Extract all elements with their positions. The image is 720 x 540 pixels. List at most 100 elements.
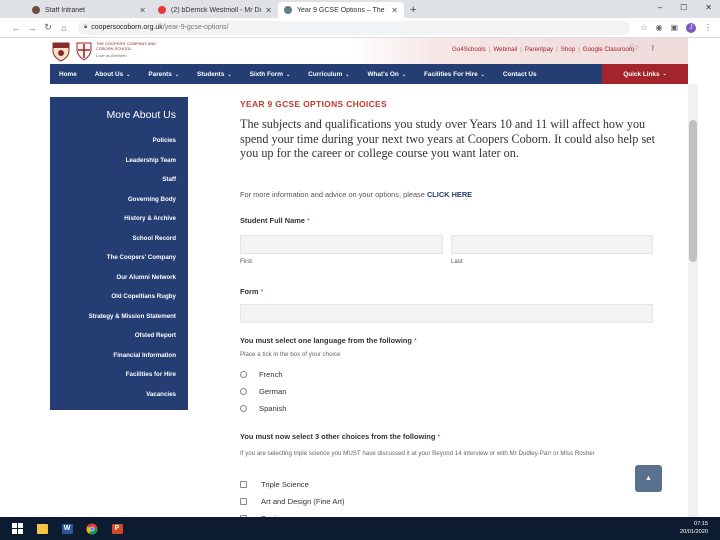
language-option-german[interactable]: German (240, 387, 286, 396)
close-tab-icon[interactable]: ✕ (265, 6, 272, 15)
student-name-label: Student Full Name * (240, 216, 310, 225)
new-tab-button[interactable]: + (410, 2, 416, 18)
language-option-spanish[interactable]: Spanish (240, 404, 286, 413)
other-choices-label: You must now select 3 other choices from… (240, 432, 440, 441)
page-title: YEAR 9 GCSE OPTIONS CHOICES (240, 99, 387, 109)
back-icon[interactable]: ← (8, 23, 24, 33)
powerpoint-icon[interactable]: P (106, 517, 128, 540)
top-link-google-classroom[interactable]: Google Classroom (583, 46, 634, 53)
divider: | (578, 46, 580, 53)
choice-triple-science[interactable]: Triple Science (240, 480, 309, 489)
sidebar-item-old-copeltians-rugby[interactable]: Old Copeltians Rugby (111, 293, 176, 300)
sidebar-heading: More About Us (106, 109, 176, 121)
checkbox[interactable] (240, 498, 247, 505)
close-window-icon[interactable]: ✕ (705, 3, 712, 12)
url-host: coopersocoborn.org.uk (91, 24, 163, 31)
language-option-french[interactable]: French (240, 370, 283, 379)
twitter-icon[interactable]: 🐦︎ (629, 44, 639, 53)
language-question-label: You must select one language from the fo… (240, 336, 417, 345)
windows-start-icon[interactable] (6, 517, 28, 540)
sidebar-item-school-record[interactable]: School Record (132, 235, 176, 242)
sidebar-item-policies[interactable]: Policies (153, 137, 176, 144)
chevron-down-icon: ⌄ (345, 71, 350, 78)
divider: | (488, 46, 491, 53)
top-link-webmail[interactable]: Webmail (493, 46, 517, 53)
browser-tab[interactable]: Staff Intranet ✕ (26, 2, 152, 18)
top-link-shop[interactable]: Shop (561, 46, 575, 53)
nav-label: Facilities For Hire (424, 70, 478, 78)
scrollbar-thumb[interactable] (689, 120, 697, 262)
first-name-field[interactable] (240, 235, 443, 254)
maximize-icon[interactable]: ☐ (680, 3, 687, 12)
choice-art-and-design[interactable]: Art and Design (Fine Art) (240, 497, 345, 506)
system-clock[interactable]: 07:15 20/01/2020 (680, 520, 708, 536)
click-here-link[interactable]: CLICK HERE (427, 190, 472, 199)
quick-links-button[interactable]: Quick Links ⌄ (602, 64, 688, 84)
tab-title: Year 9 GCSE Options – The Coop (297, 6, 387, 14)
menu-icon[interactable]: ⋮ (704, 23, 712, 32)
form-field[interactable] (240, 304, 653, 323)
nav-parents[interactable]: Parents ⌄ (139, 71, 188, 78)
sidebar-item-strategy-mission[interactable]: Strategy & Mission Statement (89, 313, 176, 320)
window-controls: – ☐ ✕ (658, 3, 712, 12)
profile-avatar[interactable]: J (686, 22, 696, 33)
last-name-sublabel: Last (451, 258, 463, 265)
extension-icon[interactable]: ◉ (655, 23, 662, 32)
nav-sixth-form[interactable]: Sixth Form ⌄ (241, 71, 300, 78)
sidebar-item-leadership-team[interactable]: Leadership Team (126, 157, 176, 164)
top-link-parentpay[interactable]: Parentpay (525, 46, 553, 53)
close-tab-icon[interactable]: ✕ (139, 6, 146, 15)
browser-tab-active[interactable]: Year 9 GCSE Options – The Coop ✕ (278, 2, 404, 18)
nav-contact-us[interactable]: Contact Us (494, 71, 546, 78)
radio-button[interactable] (240, 405, 247, 412)
home-icon[interactable]: ⌂ (56, 23, 72, 33)
forward-icon[interactable]: → (24, 23, 40, 33)
bookmark-star-icon[interactable]: ☆ (640, 23, 647, 32)
sidebar-item-financial-information[interactable]: Financial Information (113, 352, 176, 359)
clock-time: 07:15 (694, 521, 708, 527)
checkbox[interactable] (240, 481, 247, 488)
facebook-icon[interactable]: f (651, 44, 654, 53)
sidebar-item-governing-body[interactable]: Governing Body (128, 196, 176, 203)
sidebar-item-ofsted-report[interactable]: Ofsted Report (135, 332, 176, 339)
sidebar-item-facilities-for-hire[interactable]: Facilities for Hire (126, 371, 176, 378)
favicon-icon (284, 6, 292, 14)
company-crest-icon (76, 42, 92, 61)
nav-facilities-for-hire[interactable]: Facilities For Hire ⌄ (415, 71, 494, 78)
radio-button[interactable] (240, 371, 247, 378)
chevron-down-icon: ⌄ (285, 71, 291, 78)
nav-curriculum[interactable]: Curriculum ⌄ (299, 71, 358, 78)
school-crest-icon[interactable] (50, 40, 72, 62)
close-tab-icon[interactable]: ✕ (391, 6, 398, 15)
nav-whats-on[interactable]: What's On ⌄ (358, 71, 415, 78)
sidebar-item-vacancies[interactable]: Vacancies (146, 391, 176, 398)
back-to-top-button[interactable]: ▲ (635, 465, 662, 492)
last-name-field[interactable] (451, 235, 653, 254)
divider: | (556, 46, 558, 53)
browser-tab[interactable]: (2) bDerrick Westmoll - Mr Dud ✕ (152, 2, 278, 18)
sidebar-item-history-archive[interactable]: History & Archive (124, 215, 176, 222)
sidebar-item-alumni-network[interactable]: Our Alumni Network (116, 274, 176, 281)
sidebar-item-staff[interactable]: Staff (162, 176, 176, 183)
radio-button[interactable] (240, 388, 247, 395)
main-nav: Home About Us ⌄ Parents ⌄ Students ⌄ Sixth … (50, 64, 688, 84)
option-label: Spanish (259, 404, 287, 413)
label-text: You must select one language from the fo… (240, 336, 412, 345)
site-header: THE COOPERS' COMPANY AND COBORN SCHOOL L… (50, 38, 688, 64)
url-input[interactable]: 🔒︎ coopersocoborn.org.uk /year-9-gcse-op… (78, 20, 631, 35)
minimize-icon[interactable]: – (658, 3, 662, 12)
nav-about-us[interactable]: About Us ⌄ (86, 71, 140, 78)
divider: | (520, 46, 522, 53)
file-explorer-icon[interactable] (31, 517, 53, 540)
option-label: German (259, 387, 287, 396)
reload-icon[interactable]: ↻ (40, 22, 56, 33)
extension-icon[interactable]: ▣ (670, 23, 678, 32)
word-icon[interactable]: W (56, 517, 78, 540)
nav-students[interactable]: Students ⌄ (188, 71, 241, 78)
chrome-icon[interactable] (81, 517, 103, 540)
sidebar: More About Us Policies Leadership Team S… (50, 97, 188, 410)
nav-home[interactable]: Home (50, 71, 86, 78)
sidebar-item-coopers-company[interactable]: The Coopers' Company (107, 254, 176, 261)
browser-tab-strip: Staff Intranet ✕ (2) bDerrick Westmoll -… (0, 0, 720, 18)
top-link-go4schools[interactable]: Go4Schools (452, 46, 486, 53)
